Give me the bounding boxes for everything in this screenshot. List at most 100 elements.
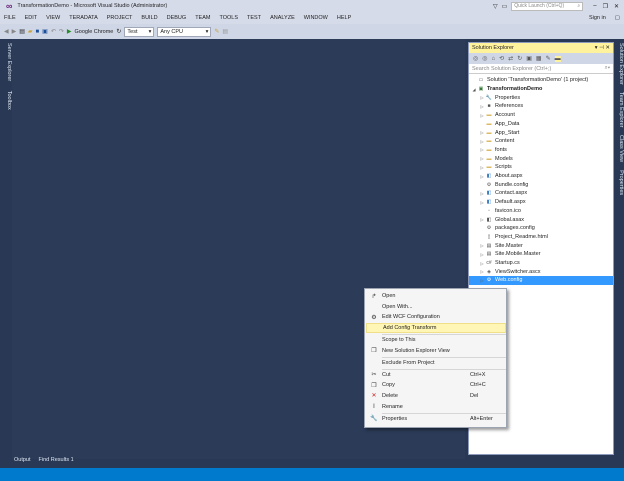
start-debug-icon[interactable]: ▶: [67, 28, 72, 35]
context-menu-item[interactable]: Scope to This: [366, 335, 506, 345]
tree-item[interactable]: ▷ ▬ App_Start: [469, 128, 613, 137]
feedback-icon[interactable]: ▭: [502, 3, 508, 10]
tree-item[interactable]: ▷ ▬ fonts: [469, 146, 613, 155]
menu-build[interactable]: BUILD: [141, 15, 157, 21]
configuration-select[interactable]: Test ▾: [124, 26, 155, 37]
notification-icon[interactable]: ▽: [493, 3, 498, 10]
menu-debug[interactable]: DEBUG: [167, 15, 187, 21]
tree-item[interactable]: ▷ ▤ Site.Master: [469, 241, 613, 250]
tab-class-view[interactable]: Class View: [618, 135, 624, 162]
browser-select[interactable]: Google Chrome: [75, 29, 114, 35]
forward-icon[interactable]: ◎: [482, 55, 487, 62]
menu-analyze[interactable]: ANALYZE: [270, 15, 295, 21]
tab-find-results[interactable]: Find Results 1: [39, 457, 74, 463]
account-icon[interactable]: ▢: [615, 15, 620, 21]
tree-item[interactable]: ▷ c# Startup.cs: [469, 259, 613, 268]
comment-icon[interactable]: ▤: [222, 28, 228, 35]
menu-project[interactable]: PROJECT: [107, 15, 133, 21]
menu-edit[interactable]: EDIT: [25, 15, 38, 21]
back-icon[interactable]: ◎: [473, 55, 478, 62]
quick-launch-input[interactable]: Quick Launch (Ctrl+Q) ⌕: [511, 1, 584, 11]
menu-test[interactable]: TEST: [247, 15, 261, 21]
tree-item[interactable]: ▷ ▬ Account: [469, 111, 613, 120]
open-icon[interactable]: ▰: [28, 28, 33, 35]
tree-item[interactable]: ▷ ◧ About.aspx: [469, 172, 613, 181]
properties-icon[interactable]: ✎: [546, 55, 551, 62]
context-menu-item[interactable]: ❐ New Solution Explorer View: [366, 346, 506, 356]
image-icon: ▫: [488, 207, 490, 214]
tree-item[interactable]: ▷ ◧ Contact.aspx: [469, 189, 613, 198]
tab-solution-explorer[interactable]: Solution Explorer: [618, 43, 624, 85]
context-menu-item[interactable]: ✂ Cut Ctrl+X: [366, 370, 506, 380]
close-button[interactable]: ✕: [614, 3, 619, 10]
save-all-icon[interactable]: ▣: [42, 28, 48, 35]
tree-item[interactable]: ⚙ packages.config: [469, 224, 613, 233]
tab-output[interactable]: Output: [14, 457, 31, 463]
menu-teradata[interactable]: TERADATA: [69, 15, 98, 21]
sync-icon[interactable]: ⇄: [508, 55, 513, 62]
tree-item[interactable]: ▷ ◧ Default.aspx: [469, 198, 613, 207]
tree-item[interactable]: ▷ 🔧 Properties: [469, 93, 613, 102]
configuration-value: Test: [127, 28, 138, 35]
references-icon: ■: [487, 103, 491, 110]
menu-file[interactable]: FILE: [4, 15, 16, 21]
menu-tools[interactable]: TOOLS: [219, 15, 238, 21]
forward-icon[interactable]: ▶: [12, 28, 17, 35]
undo-icon[interactable]: ↶: [51, 28, 56, 35]
tree-item[interactable]: ◢ ▣ TransformationDemo: [469, 85, 613, 94]
pin-icon[interactable]: ▾ ⊣: [595, 45, 606, 51]
menu-team[interactable]: TEAM: [195, 15, 210, 21]
context-menu-item[interactable]: Exclude From Project: [366, 358, 506, 368]
refresh-icon[interactable]: ↻: [517, 55, 522, 62]
chevron-down-icon: ▾: [148, 28, 152, 35]
context-menu-item[interactable]: Open With...: [366, 302, 506, 312]
menu-view[interactable]: VIEW: [46, 15, 60, 21]
tree-item[interactable]: ▷ ◈ ViewSwitcher.ascx: [469, 267, 613, 276]
context-menu-item[interactable]: Add Config Transform: [366, 322, 506, 333]
context-menu-item[interactable]: ⚙ Edit WCF Configuration: [366, 312, 506, 322]
context-menu-item[interactable]: I Rename: [366, 402, 506, 412]
show-all-files-icon[interactable]: ▦: [536, 55, 542, 62]
preview-icon[interactable]: ▬: [554, 55, 561, 62]
context-menu-item[interactable]: ↱ Open: [366, 291, 506, 301]
refresh-icon[interactable]: ↻: [116, 28, 121, 35]
tree-item[interactable]: ▯ Project_Readme.html: [469, 233, 613, 242]
new-project-icon[interactable]: ▤: [19, 28, 25, 35]
tree-item[interactable]: ▷ ▬ Content: [469, 137, 613, 146]
sign-in-link[interactable]: Sign in: [589, 15, 606, 21]
context-menu-item[interactable]: ✕ Delete Del: [366, 391, 506, 401]
redo-icon[interactable]: ↷: [59, 28, 64, 35]
tree-item[interactable]: ▷ ▤ Site.Mobile.Master: [469, 250, 613, 259]
tree-item[interactable]: ▷ ◧ Global.asax: [469, 215, 613, 224]
solution-explorer-search-input[interactable]: Search Solution Explorer (Ctrl+;) ⌕▾: [469, 64, 613, 74]
collapse-all-icon[interactable]: ▣: [526, 55, 532, 62]
save-icon[interactable]: ■: [36, 29, 40, 35]
tree-item[interactable]: ▷ ■ References: [469, 102, 613, 111]
tree-item[interactable]: ⚙ Bundle.config: [469, 180, 613, 189]
pending-changes-icon[interactable]: ⟲: [499, 55, 504, 62]
tree-item-label: Account: [495, 112, 515, 119]
menu-window[interactable]: WINDOW: [304, 15, 328, 21]
platform-select[interactable]: Any CPU ▾: [157, 26, 212, 37]
aspx-icon: ◧: [486, 190, 492, 197]
tree-item[interactable]: ▫ favicon.ico: [469, 207, 613, 216]
menu-help[interactable]: HELP: [337, 15, 351, 21]
context-menu-item[interactable]: 🔧 Properties Alt+Enter: [366, 414, 506, 424]
tree-item[interactable]: ▷ ▬ Scripts: [469, 163, 613, 172]
tree-item[interactable]: ▷ ▬ Models: [469, 154, 613, 163]
context-menu: ↱ Open Open With... ⚙ Edit WCF Configuration…: [364, 288, 507, 428]
tab-properties[interactable]: Properties: [618, 170, 624, 195]
tab-team-explorer[interactable]: Team Explorer: [618, 92, 624, 127]
minimize-button[interactable]: –: [593, 3, 596, 9]
tree-item[interactable]: ▬ App_Data: [469, 120, 613, 129]
aspx-icon: ◧: [486, 173, 492, 180]
back-icon[interactable]: ◀: [4, 28, 9, 35]
tree-item[interactable]: ▷ ⚙ Web.config: [469, 276, 613, 285]
home-icon[interactable]: ⌂: [492, 56, 496, 62]
context-menu-item[interactable]: ❐ Copy Ctrl+C: [366, 380, 506, 390]
menu-item-label: Add Config Transform: [383, 324, 437, 331]
tree-item[interactable]: ▭ Solution 'TransformationDemo' (1 projec…: [469, 76, 613, 85]
close-icon[interactable]: ✕: [605, 45, 610, 51]
browser-link-icon[interactable]: ✎: [214, 28, 219, 35]
restore-button[interactable]: ❐: [603, 3, 608, 10]
